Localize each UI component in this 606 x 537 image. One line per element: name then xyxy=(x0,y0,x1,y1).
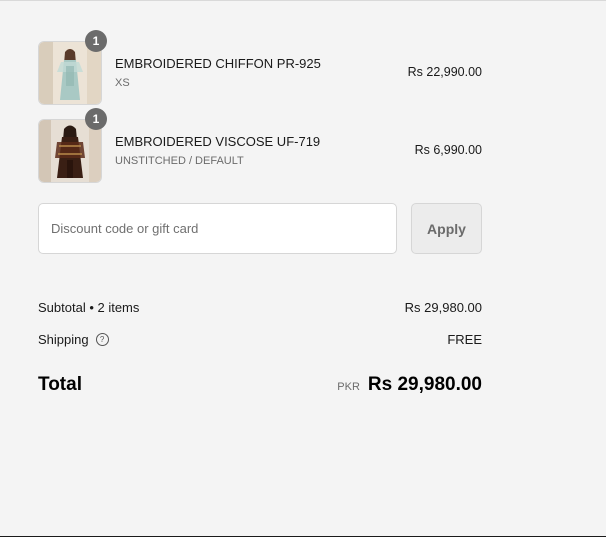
shipping-value: FREE xyxy=(447,332,482,347)
total-label: Total xyxy=(38,374,82,395)
shipping-label: Shipping xyxy=(38,332,89,347)
item-variant: XS xyxy=(115,77,130,89)
item-price: Rs 6,990.00 xyxy=(414,143,482,157)
discount-code-input[interactable] xyxy=(38,203,397,254)
line-item: 1 EMBROIDERED VISCOSE UF-719 UNSTITCHED … xyxy=(38,108,482,183)
quantity-badge: 1 xyxy=(85,108,107,130)
subtotal-value: Rs 29,980.00 xyxy=(404,300,482,315)
currency-code: PKR xyxy=(337,381,360,393)
question-circle-icon[interactable]: ? xyxy=(95,333,109,346)
apply-discount-button[interactable]: Apply xyxy=(411,203,482,254)
total-amount: Rs 29,980.00 xyxy=(367,374,482,395)
quantity-badge: 1 xyxy=(85,30,107,52)
subtotal-label: Subtotal • 2 items xyxy=(38,300,140,315)
item-price: Rs 22,990.00 xyxy=(407,65,482,79)
shipping-label-wrap: Shipping ? xyxy=(38,332,109,347)
item-title: EMBROIDERED VISCOSE UF-719 xyxy=(115,134,321,149)
item-variant: UNSTITCHED / DEFAULT xyxy=(115,155,244,167)
total-amount-wrap: PKR Rs 29,980.00 xyxy=(337,374,482,396)
item-title: EMBROIDERED CHIFFON PR-925 xyxy=(115,56,321,71)
line-item: 1 EMBROIDERED CHIFFON PR-925 XS Rs 22,99… xyxy=(38,30,482,105)
